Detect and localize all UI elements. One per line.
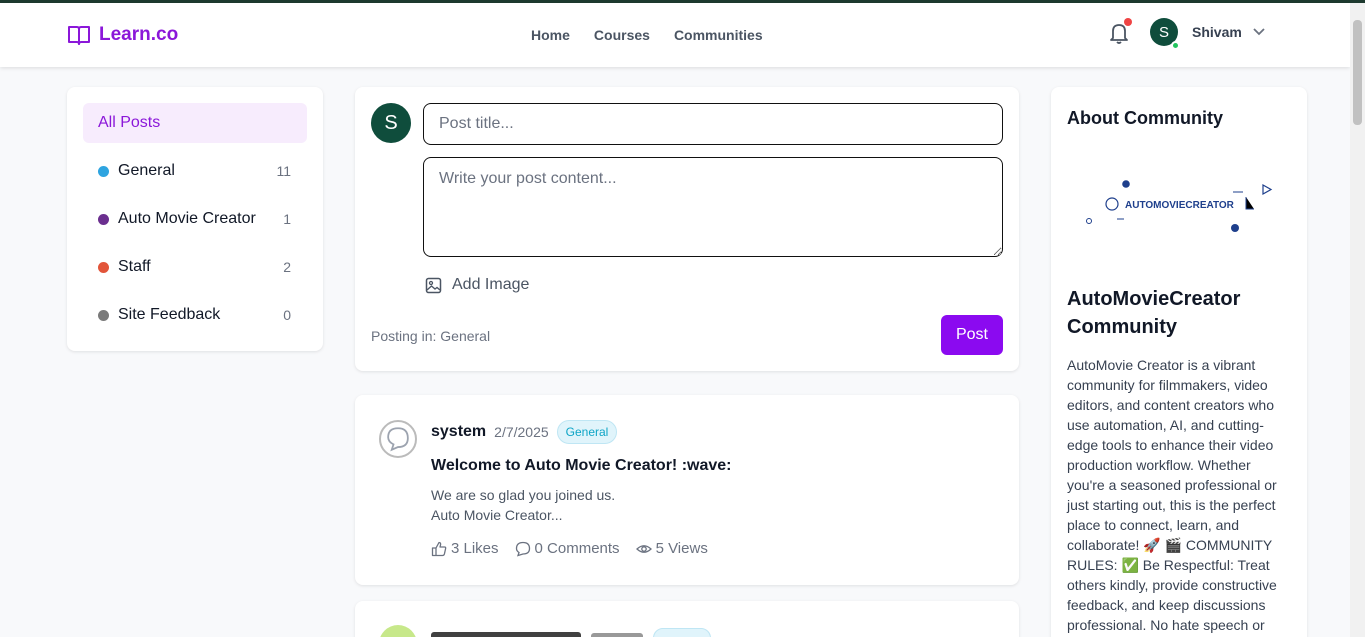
- nav-communities[interactable]: Communities: [674, 27, 763, 43]
- post-card-partial[interactable]: [355, 601, 1019, 637]
- notification-dot: [1124, 18, 1132, 26]
- sidebar-item-count: 0: [283, 307, 291, 323]
- likes-count: 3 Likes: [451, 540, 499, 557]
- book-icon: [68, 26, 90, 45]
- post-button[interactable]: Post: [941, 315, 1003, 355]
- post-composer: S Add Image Posting in: General Post: [355, 87, 1019, 371]
- thumbs-up-icon: [431, 541, 447, 556]
- image-icon: [425, 277, 442, 293]
- post-card[interactable]: system 2/7/2025 General Welcome to Auto …: [355, 395, 1019, 585]
- comments-button[interactable]: 0 Comments: [515, 540, 620, 557]
- system-avatar: [379, 420, 417, 458]
- chevron-down-icon[interactable]: [1252, 27, 1266, 37]
- views-count: 5 Views: [655, 540, 708, 557]
- post-date: 2/7/2025: [494, 424, 549, 440]
- post-meta: [431, 628, 711, 637]
- brand-name: Learn.co: [99, 24, 179, 45]
- views-stat: 5 Views: [635, 540, 708, 557]
- post-author[interactable]: system: [431, 423, 486, 441]
- main-nav: Home Courses Communities: [531, 27, 763, 43]
- add-image-label: Add Image: [452, 276, 530, 293]
- category-badge-cut: [653, 628, 711, 637]
- post-title[interactable]: Welcome to Auto Movie Creator! :wave:: [431, 457, 732, 475]
- nav-courses[interactable]: Courses: [594, 27, 650, 43]
- scrollbar-thumb[interactable]: [1353, 20, 1362, 125]
- category-dot-icon: [98, 261, 109, 273]
- like-button[interactable]: 3 Likes: [431, 540, 499, 557]
- sidebar-item-all-posts[interactable]: All Posts: [83, 103, 307, 143]
- post-excerpt-line: We are so glad you joined us.: [431, 487, 616, 503]
- sidebar-item-label: Site Feedback: [118, 306, 221, 323]
- category-dot-icon: [98, 309, 109, 321]
- composer-avatar: S: [371, 103, 411, 143]
- sidebar-item-auto-movie-creator[interactable]: Auto Movie Creator 1: [98, 207, 291, 231]
- add-image-button[interactable]: Add Image: [425, 276, 529, 294]
- eye-icon: [635, 544, 652, 553]
- brand-logo[interactable]: Learn.co: [67, 24, 178, 46]
- post-excerpt-line: Auto Movie Creator...: [431, 507, 563, 523]
- sidebar-item-site-feedback[interactable]: Site Feedback 0: [98, 303, 291, 327]
- top-navbar: Learn.co Home Courses Communities: [0, 3, 1350, 67]
- comments-count: 0 Comments: [534, 540, 620, 557]
- sidebar-item-count: 2: [283, 259, 291, 275]
- post-excerpt: We are so glad you joined us. Auto Movie…: [431, 485, 615, 525]
- category-badge[interactable]: General: [556, 420, 618, 444]
- sidebar-item-label: General: [118, 162, 175, 179]
- community-logo: AUTOMOVIECREATOR: [1086, 180, 1273, 232]
- community-logo-text: AUTOMOVIECREATOR: [1125, 200, 1235, 211]
- community-description: AutoMovie Creator is a vibrant community…: [1067, 357, 1277, 633]
- post-date-cut: [591, 633, 643, 637]
- category-dot-icon: [98, 165, 109, 177]
- post-stats: 3 Likes 0 Comments 5 Views: [431, 540, 708, 557]
- about-heading: About Community: [1067, 108, 1223, 128]
- post-meta: system 2/7/2025 General: [431, 420, 618, 444]
- comment-icon: [515, 541, 530, 556]
- about-community-panel: About Community AUTOMOVIECREATOR AutoMov…: [1051, 87, 1307, 637]
- post-avatar: [379, 625, 417, 637]
- nav-home[interactable]: Home: [531, 27, 570, 43]
- sidebar-item-label: Auto Movie Creator: [118, 210, 256, 227]
- category-dot-icon: [98, 213, 109, 225]
- sidebar-item-staff[interactable]: Staff 2: [98, 255, 291, 279]
- sidebar-item-general[interactable]: General 11: [98, 159, 291, 183]
- post-title-input[interactable]: [423, 103, 1003, 145]
- sidebar-item-count: 1: [283, 211, 291, 227]
- community-name: AutoMovieCreator Community: [1067, 288, 1241, 338]
- post-author-cut: [431, 632, 581, 637]
- online-indicator: [1171, 41, 1180, 50]
- posting-in-label: Posting in: General: [371, 328, 491, 344]
- category-sidebar: All Posts General 11 Auto Movie Creator …: [67, 87, 323, 351]
- sidebar-item-count: 11: [276, 163, 291, 179]
- user-name[interactable]: Shivam: [1192, 24, 1242, 40]
- post-content-input[interactable]: [423, 157, 1003, 257]
- sidebar-item-label: Staff: [118, 258, 151, 275]
